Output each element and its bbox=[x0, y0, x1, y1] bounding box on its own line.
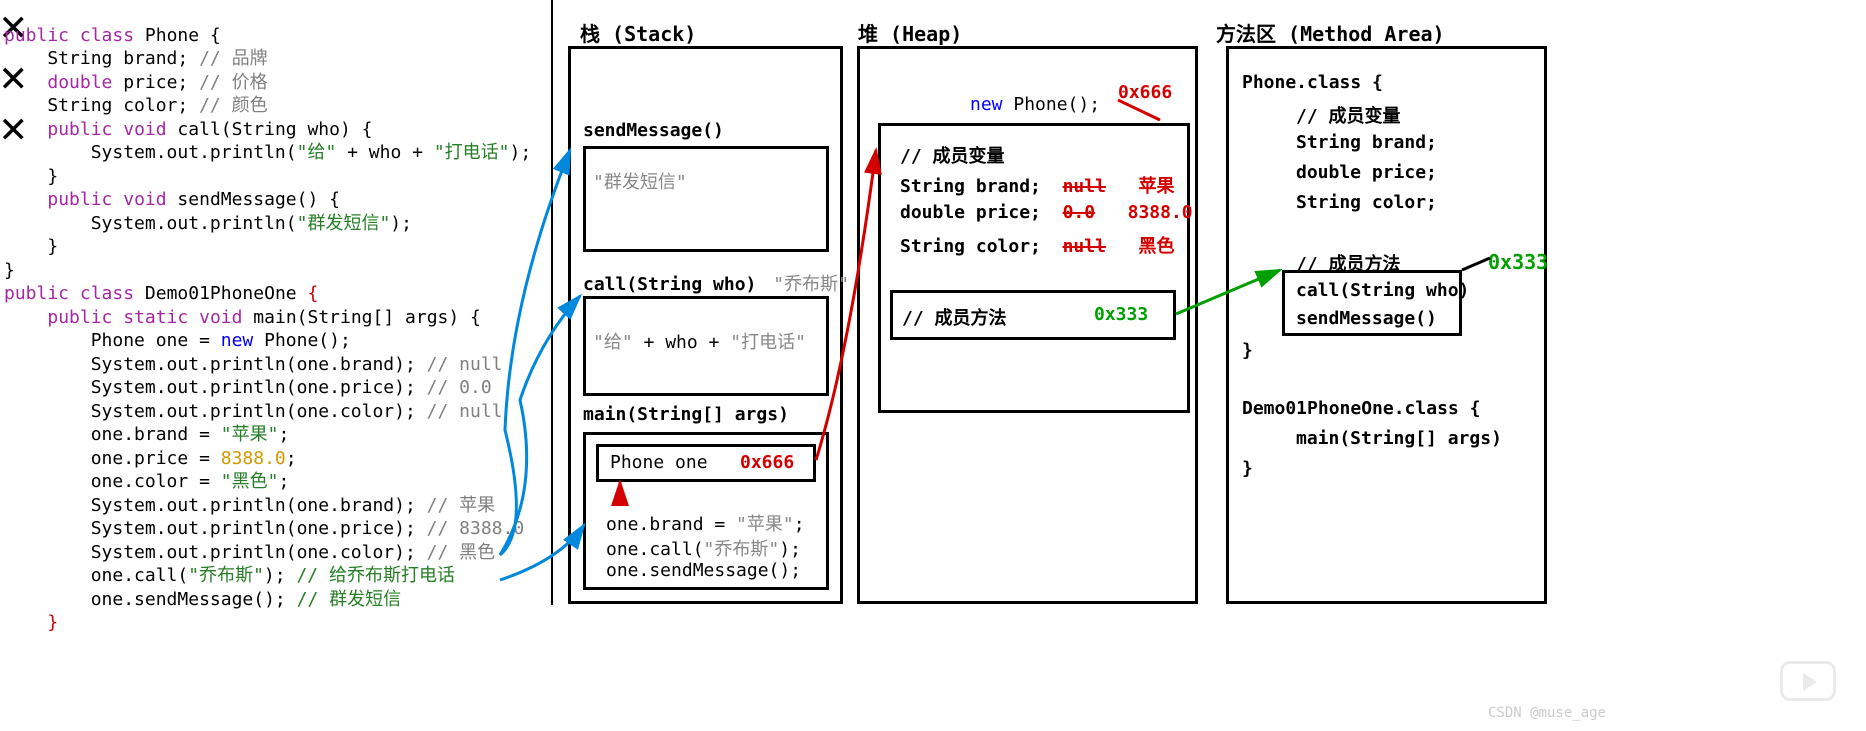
heap-f3: String color; null 黑色 bbox=[900, 232, 1174, 258]
code-line: System.out.println("群发短信"); bbox=[4, 213, 412, 234]
code-line: Phone one = new Phone(); bbox=[4, 330, 351, 351]
heap-methods-addr: 0x333 bbox=[1094, 304, 1148, 325]
heap-f2: double price; 0.0 8388.0 bbox=[900, 202, 1193, 223]
code-line: one.call("乔布斯"); // 给乔布斯打电话 bbox=[4, 565, 455, 586]
ma-c1: Phone.class { bbox=[1242, 72, 1383, 93]
ma-c1-close: } bbox=[1242, 340, 1253, 361]
heap-title: 堆 (Heap) bbox=[858, 18, 962, 47]
ma-c1-f2: double price; bbox=[1296, 162, 1437, 183]
ma-c1-m2: sendMessage() bbox=[1296, 308, 1437, 329]
code-line: one.color = "黑色"; bbox=[4, 471, 289, 492]
code-line: } bbox=[4, 260, 15, 281]
stack-main-l1: one.brand = "苹果"; bbox=[606, 510, 805, 536]
code-line: String brand; // 品牌 bbox=[4, 48, 268, 69]
ma-c2-m: main(String[] args) bbox=[1296, 428, 1502, 449]
stack-frame-main-label: main(String[] args) bbox=[583, 404, 789, 425]
code-line: } bbox=[4, 236, 58, 257]
ma-c2-close: } bbox=[1242, 458, 1253, 479]
stack-frame-send-box bbox=[583, 146, 829, 252]
code-line: System.out.println(one.color); // null bbox=[4, 401, 503, 422]
stack-main-l2: one.call("乔布斯"); bbox=[606, 535, 801, 561]
code-line: public void sendMessage() { bbox=[4, 189, 340, 210]
code-line: one.sendMessage(); // 群发短信 bbox=[4, 589, 401, 610]
ma-c1-f1: String brand; bbox=[1296, 132, 1437, 153]
code-line: System.out.println(one.price); // 8388.0 bbox=[4, 518, 524, 539]
ma-addr: 0x333 bbox=[1488, 250, 1548, 274]
ma-c1-fields: // 成员变量 bbox=[1296, 102, 1401, 128]
stack-main-l3: one.sendMessage(); bbox=[606, 560, 801, 581]
code-line: System.out.println(one.brand); // null bbox=[4, 354, 503, 375]
code-line: one.price = 8388.0; bbox=[4, 448, 297, 469]
code-line: public class Phone { bbox=[4, 25, 221, 46]
stack-frame-send-content: "群发短信" bbox=[593, 168, 687, 194]
code-line: System.out.println(one.brand); // 苹果 bbox=[4, 495, 495, 516]
code-line: double price; // 价格 bbox=[4, 72, 268, 93]
stack-title: 栈 (Stack) bbox=[580, 18, 696, 47]
heap-addr: 0x666 bbox=[1118, 82, 1172, 103]
code-line: System.out.println(one.price); // 0.0 bbox=[4, 377, 492, 398]
code-panel: public class Phone { String brand; // 品牌… bbox=[4, 0, 549, 635]
code-line: public static void main(String[] args) { bbox=[4, 307, 481, 328]
ma-c1-f3: String color; bbox=[1296, 192, 1437, 213]
method-area-title: 方法区 (Method Area) bbox=[1216, 18, 1445, 47]
play-icon bbox=[1780, 661, 1836, 701]
watermark: CSDN @muse_age bbox=[1488, 705, 1606, 721]
code-line: System.out.println("给" + who + "打电话"); bbox=[4, 142, 531, 163]
stack-var-addr: 0x666 bbox=[740, 452, 794, 473]
stack-frame-call-content: "给" + who + "打电话" bbox=[593, 328, 806, 354]
heap-f1: String brand; null 苹果 bbox=[900, 172, 1174, 198]
stack-frame-call-label: call(String who) "乔布斯" bbox=[583, 270, 849, 296]
code-line: one.brand = "苹果"; bbox=[4, 424, 289, 445]
code-line: public class Demo01PhoneOne { bbox=[4, 283, 318, 304]
heap-new-expr: new Phone(); bbox=[970, 94, 1100, 115]
heap-fields-title: // 成员变量 bbox=[900, 142, 1005, 168]
stack-var-decl: Phone one bbox=[610, 452, 708, 473]
code-line: String color; // 颜色 bbox=[4, 95, 268, 116]
code-line: public void call(String who) { bbox=[4, 119, 373, 140]
code-line: } bbox=[4, 612, 58, 633]
stack-frame-send-label: sendMessage() bbox=[583, 120, 724, 141]
ma-c2: Demo01PhoneOne.class { bbox=[1242, 398, 1480, 419]
code-line: } bbox=[4, 166, 58, 187]
heap-methods-title: // 成员方法 bbox=[902, 304, 1007, 330]
code-line: System.out.println(one.color); // 黑色 bbox=[4, 542, 495, 563]
ma-c1-m1: call(String who) bbox=[1296, 280, 1469, 301]
